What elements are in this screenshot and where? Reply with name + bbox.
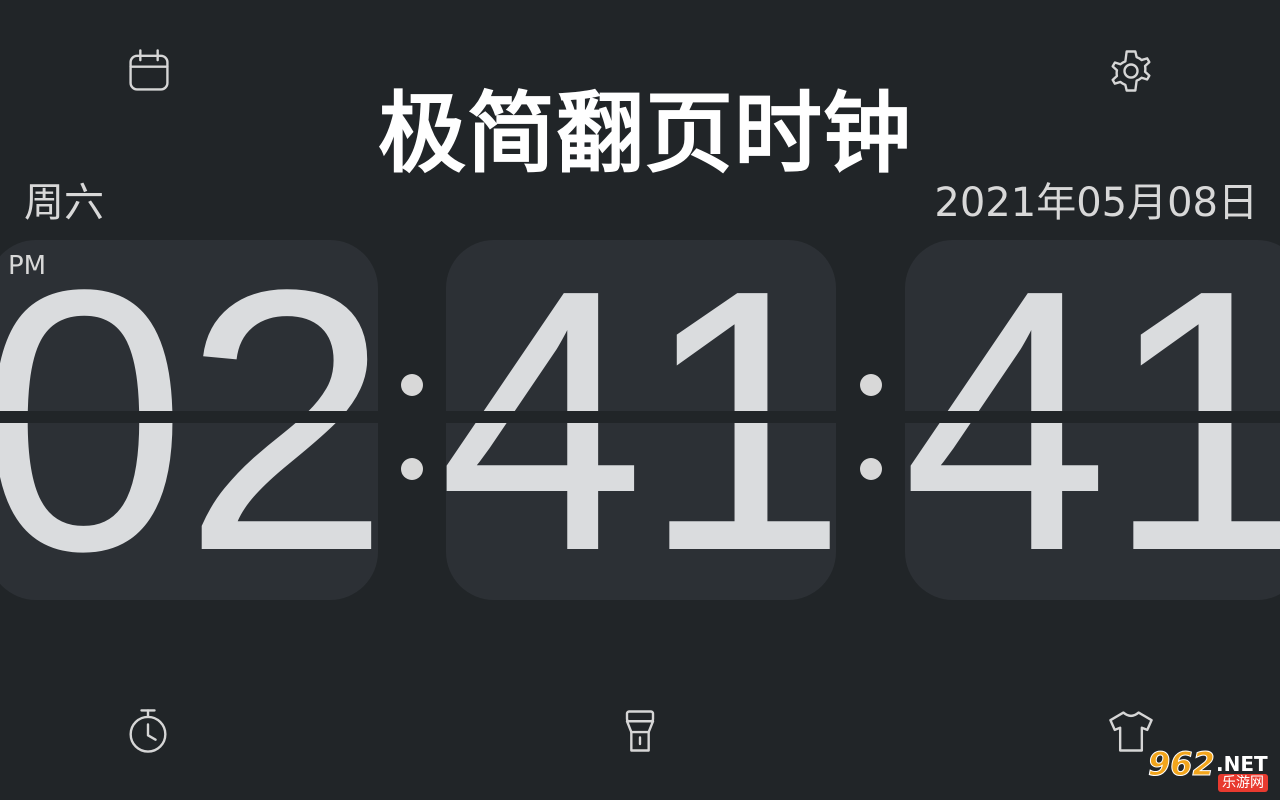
watermark-label: 乐游网 bbox=[1218, 774, 1268, 792]
flashlight-icon bbox=[625, 710, 655, 752]
hour-minute-separator bbox=[401, 330, 423, 510]
ampm-label: PM bbox=[8, 251, 47, 281]
stopwatch-button[interactable] bbox=[120, 703, 176, 759]
flip-split-line bbox=[0, 411, 1280, 423]
flashlight-button[interactable] bbox=[612, 703, 668, 759]
stopwatch-icon bbox=[129, 709, 167, 753]
app-title: 极简翻页时钟 bbox=[377, 82, 912, 185]
minute-second-separator bbox=[860, 330, 882, 510]
weekday-label: 周六 bbox=[24, 180, 104, 226]
watermark-suffix: .NET bbox=[1216, 752, 1268, 776]
date-label: 2021年05月08日 bbox=[934, 180, 1258, 226]
watermark-logo: 962 .NET 乐游网 bbox=[1146, 746, 1274, 796]
watermark-number: 962 bbox=[1148, 745, 1216, 783]
flip-clock-screen: 极简翻页时钟 周六 2021年05月08日 02 41 41 PM 962 .N… bbox=[0, 0, 1280, 800]
